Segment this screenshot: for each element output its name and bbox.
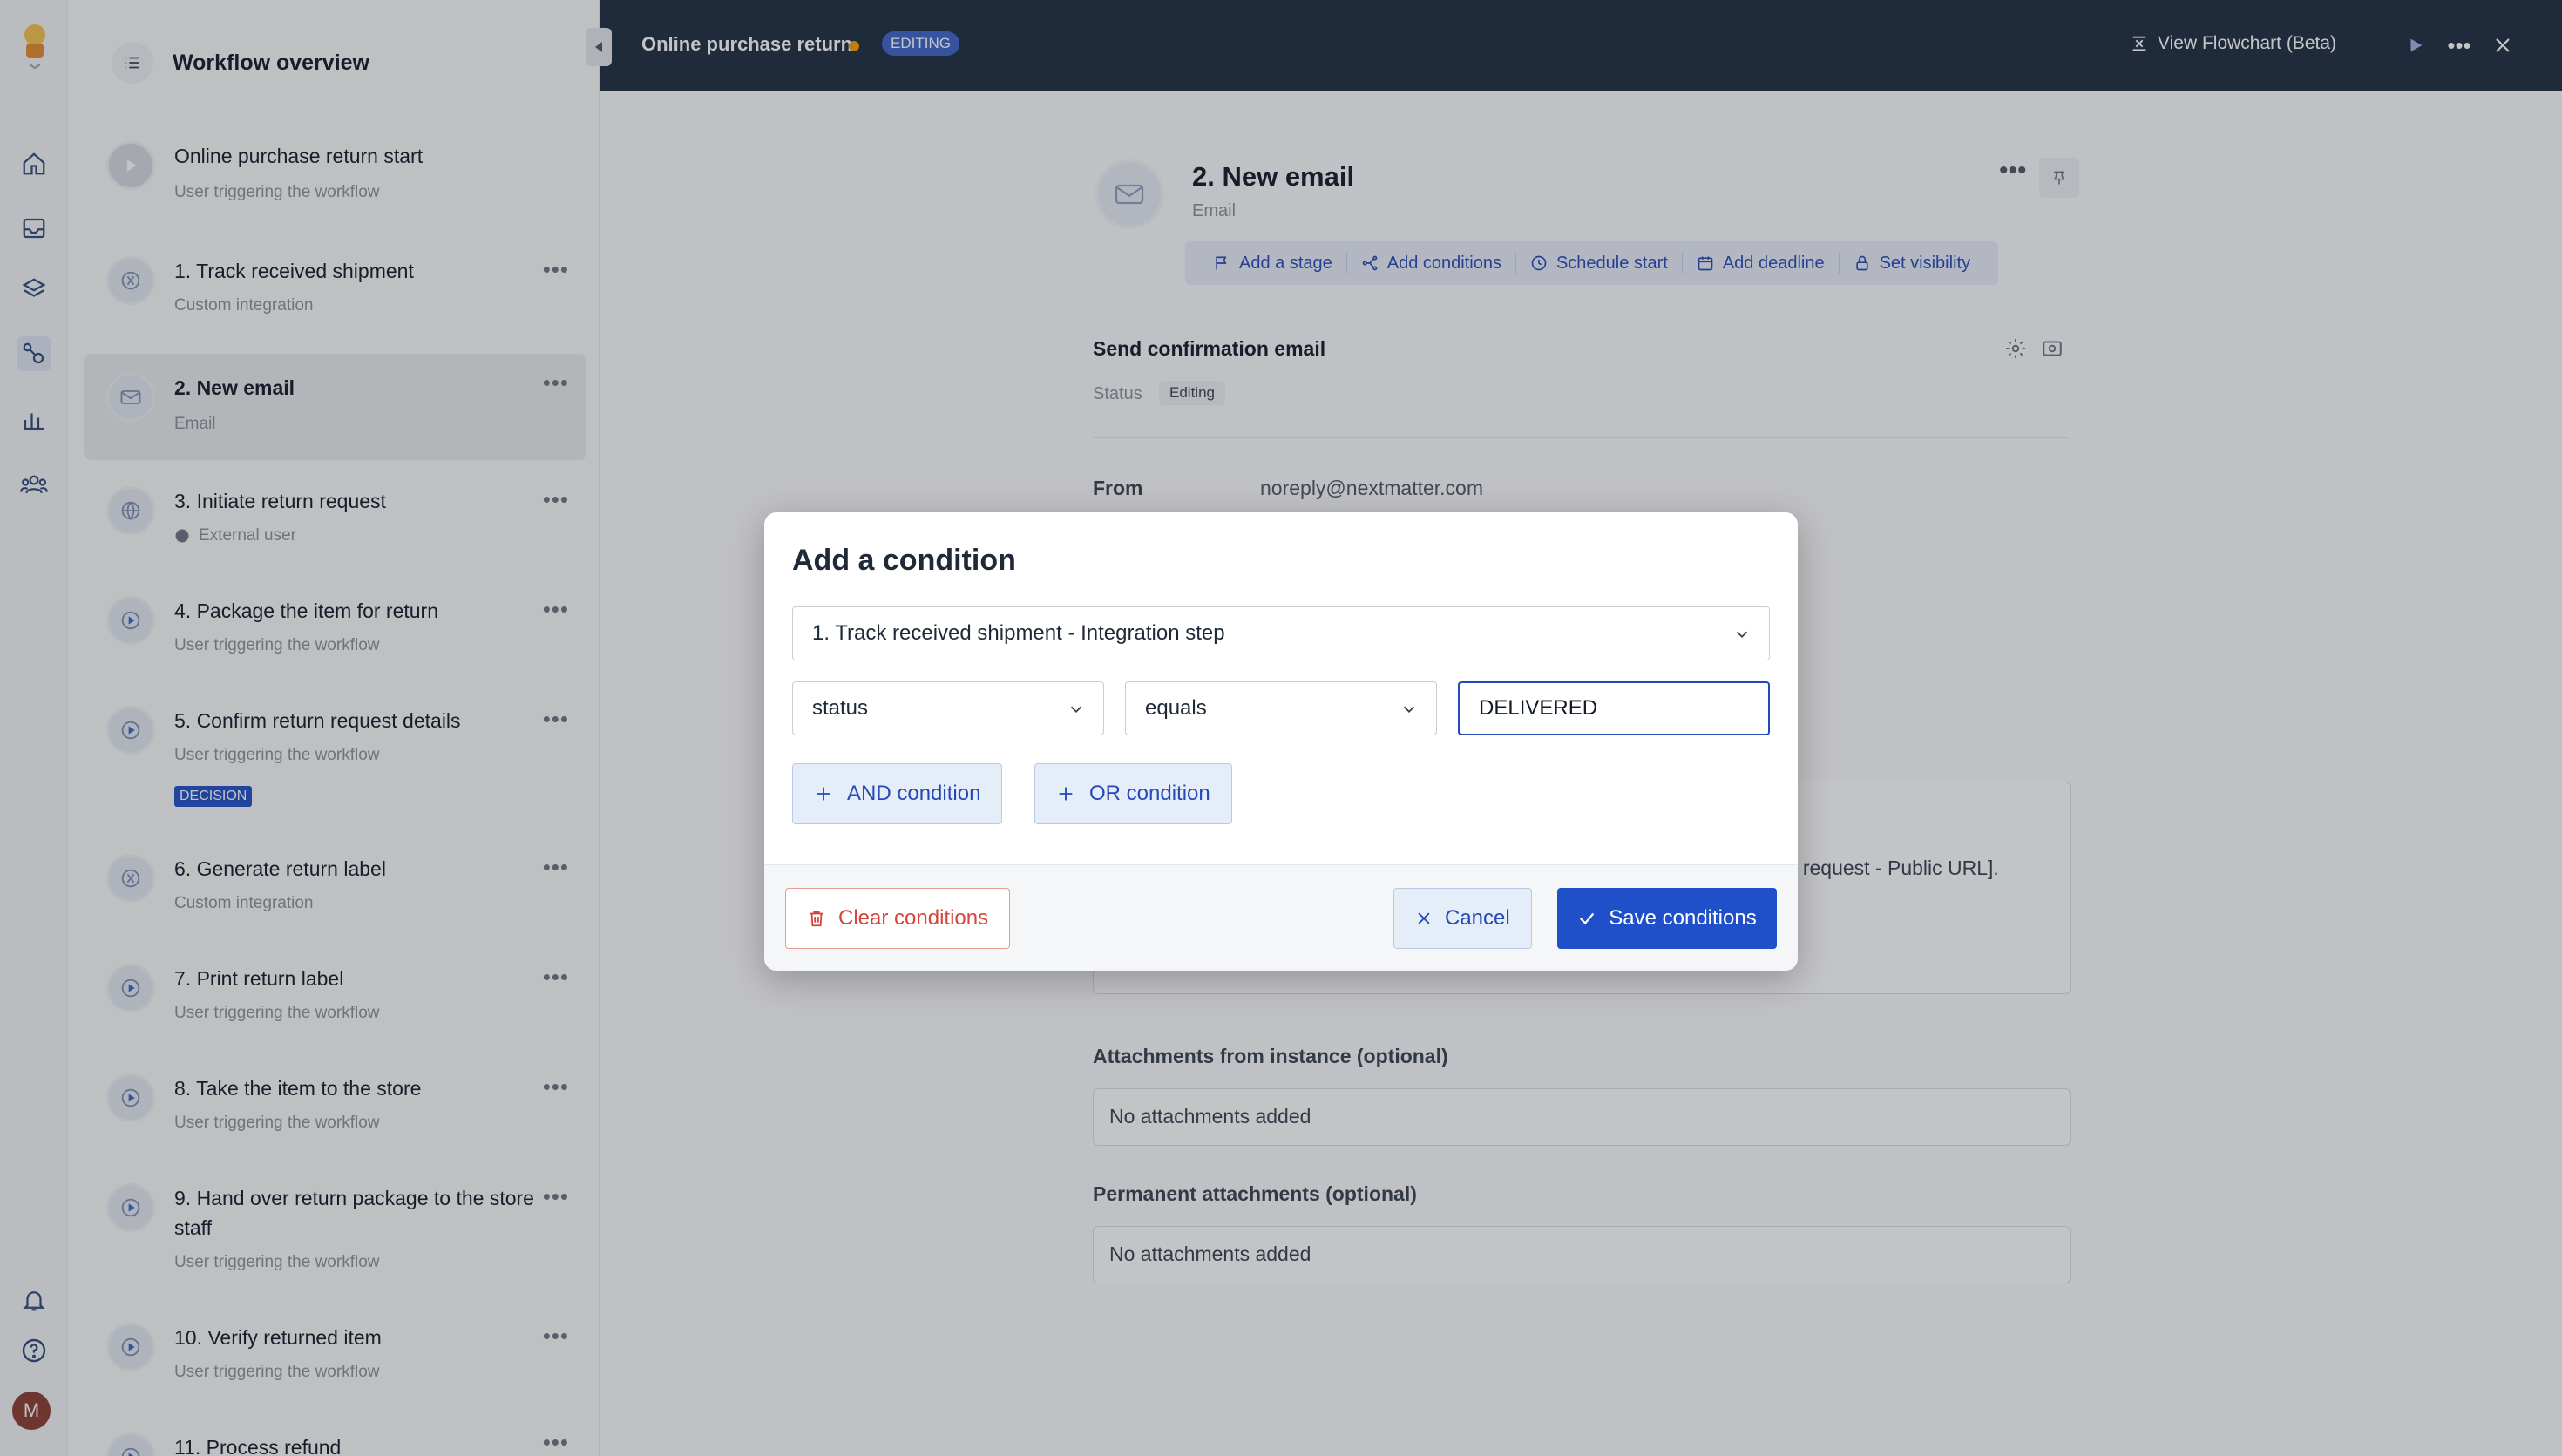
- condition-value-input[interactable]: [1458, 681, 1770, 735]
- dialog-footer: Clear conditions Cancel Save conditions: [764, 864, 1798, 971]
- plus-icon: [1059, 787, 1073, 801]
- trash-icon: [810, 911, 824, 927]
- operator-value: equals: [1145, 696, 1207, 720]
- chevron-down-icon: [1070, 706, 1082, 714]
- and-condition-label: AND condition: [847, 782, 981, 805]
- chevron-down-icon: [1736, 631, 1748, 639]
- and-condition-button[interactable]: AND condition: [792, 763, 1003, 824]
- clear-conditions-button[interactable]: Clear conditions: [785, 888, 1011, 949]
- field-select[interactable]: status: [792, 681, 1104, 735]
- or-condition-label: OR condition: [1089, 782, 1210, 805]
- field-value: status: [812, 696, 869, 720]
- plus-icon: [817, 787, 830, 801]
- check-icon: [1580, 912, 1595, 925]
- operator-select[interactable]: equals: [1125, 681, 1437, 735]
- cancel-button[interactable]: Cancel: [1393, 888, 1532, 949]
- dialog-title: Add a condition: [792, 544, 1016, 577]
- source-step-select[interactable]: 1. Track received shipment - Integration…: [792, 606, 1770, 660]
- add-condition-dialog: Add a condition 1. Track received shipme…: [764, 512, 1798, 971]
- close-icon: [1418, 912, 1430, 924]
- save-conditions-label: Save conditions: [1609, 906, 1757, 930]
- cancel-label: Cancel: [1445, 906, 1510, 930]
- chevron-down-icon: [1403, 706, 1415, 714]
- or-condition-button[interactable]: OR condition: [1034, 763, 1232, 824]
- clear-conditions-label: Clear conditions: [838, 906, 989, 930]
- source-step-value: 1. Track received shipment - Integration…: [812, 621, 1225, 645]
- save-conditions-button[interactable]: Save conditions: [1557, 888, 1777, 949]
